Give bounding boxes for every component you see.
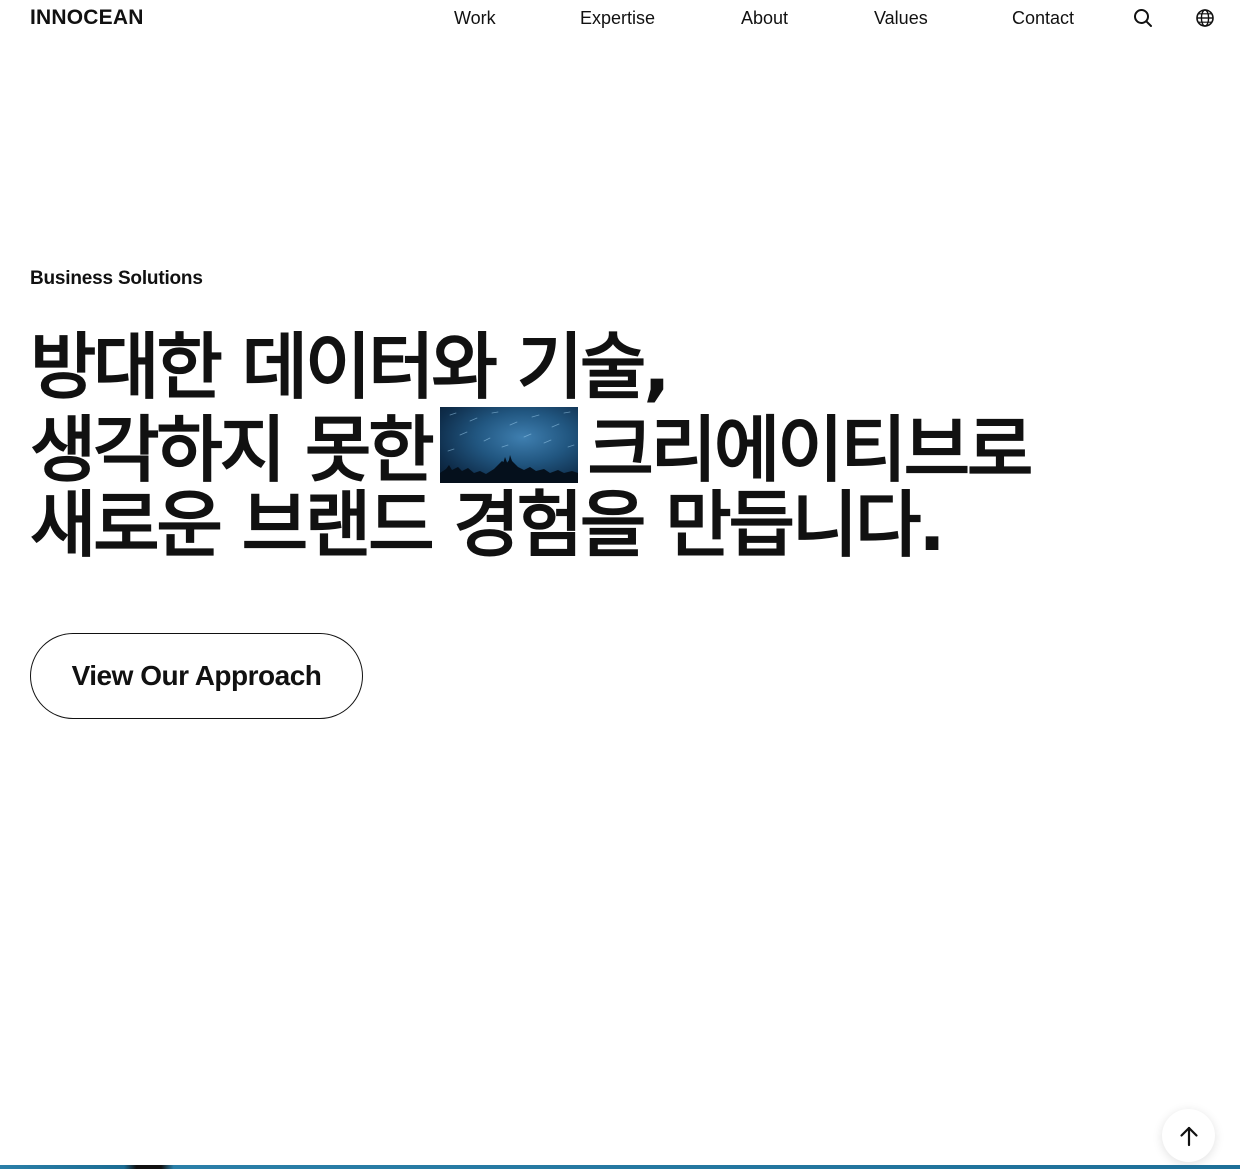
globe-icon[interactable]	[1194, 7, 1216, 29]
headline-line-1: 방대한 데이터와 기술,	[30, 325, 671, 409]
next-section-edge	[0, 1165, 1240, 1169]
nav-values[interactable]: Values	[874, 7, 928, 29]
scroll-to-top-button[interactable]	[1162, 1109, 1215, 1162]
page: INNOCEAN Work Expertise About Values Con…	[0, 0, 1240, 1169]
nav-contact[interactable]: Contact	[1012, 7, 1074, 29]
site-header: INNOCEAN Work Expertise About Values Con…	[0, 0, 1240, 36]
logo[interactable]: INNOCEAN	[30, 6, 144, 30]
headline-line-3: 새로운 브랜드 경험을 만듭니다.	[30, 483, 946, 567]
headline-line-2-end: 크리에이티브로	[587, 408, 1034, 492]
headline-line-2: 생각하지 못한 크리에이티브로	[30, 407, 1130, 490]
night-sky-photo	[439, 407, 578, 483]
hero-eyebrow: Business Solutions	[30, 268, 203, 289]
nav-expertise[interactable]: Expertise	[580, 7, 655, 29]
nav-work[interactable]: Work	[454, 7, 496, 29]
hero-headline: 방대한 데이터와 기술, 생각하지 못한 크리에이티브로 새로운 브랜드 경험을…	[30, 328, 1130, 565]
view-approach-button[interactable]: View Our Approach	[30, 633, 363, 719]
nav-about[interactable]: About	[741, 7, 788, 29]
arrow-up-icon	[1179, 1126, 1198, 1146]
search-icon[interactable]	[1132, 7, 1154, 29]
headline-line-2-start: 생각하지 못한	[30, 408, 435, 492]
